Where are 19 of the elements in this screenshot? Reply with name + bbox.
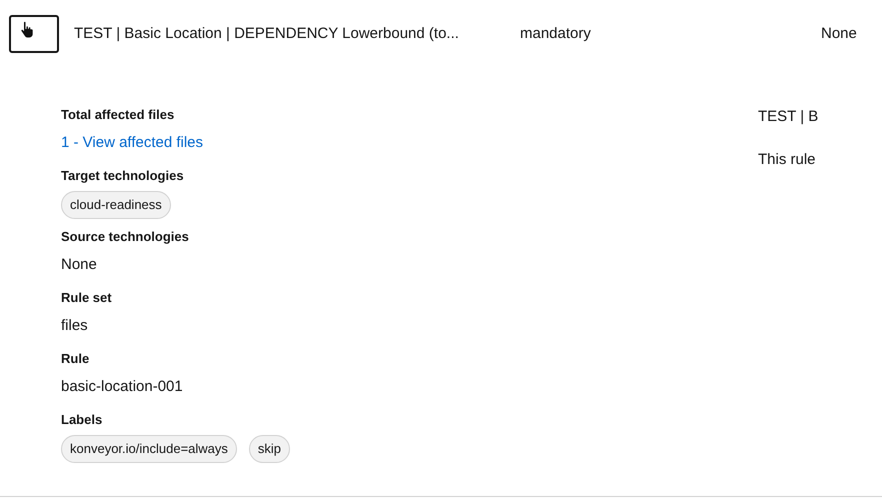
field-label: Target technologies [61,167,185,185]
side-description: This rule [758,150,817,170]
field-label: Rule set [61,289,113,307]
label-chip: cloud-readiness [61,190,171,218]
field-label: Total affected files [61,106,176,124]
effort-text: None [821,24,857,44]
field-value: files [61,316,88,336]
expand-button[interactable] [9,15,59,53]
rule-title: TEST | Basic Location | DEPENDENCY Lowerbound (to... [74,24,460,44]
field-label: Source technologies [61,228,190,246]
category-text: mandatory [520,24,592,44]
field-label: Rule [61,350,90,368]
field-value: None [61,255,97,276]
side-title: TEST | B [758,107,818,127]
affected-files-link[interactable]: 1 - View affected files [61,132,204,155]
field-value: basic-location-001 [61,377,183,398]
label-chip: konveyor.io/include=always [61,434,237,462]
field-label: Labels [61,411,104,429]
label-chip: skip [248,434,290,462]
